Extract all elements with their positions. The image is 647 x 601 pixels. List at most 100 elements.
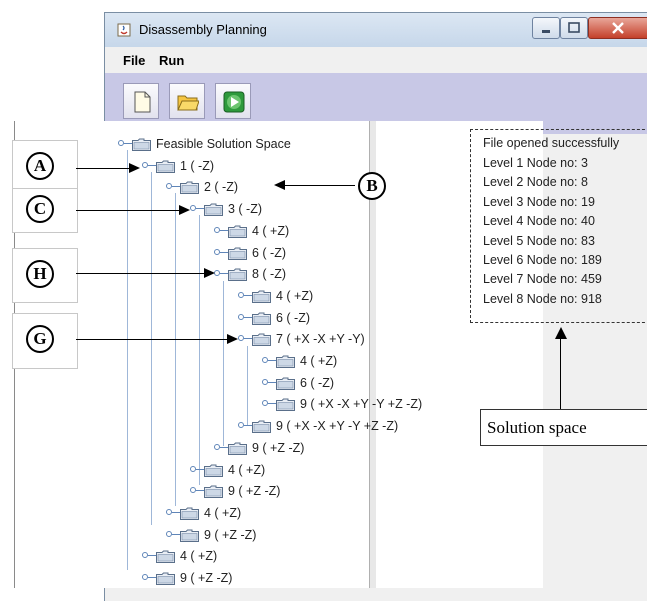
tree-guide-line bbox=[199, 215, 200, 485]
tree-node-label: 4 ( +Z) bbox=[300, 354, 338, 368]
tree-node[interactable]: 1 ( -Z) bbox=[142, 158, 402, 176]
folder-icon bbox=[276, 355, 295, 368]
tree-node[interactable]: 6 ( -Z) bbox=[262, 375, 522, 393]
tree-node-label: 6 ( -Z) bbox=[252, 245, 287, 260]
tree-node-label: 9 ( +Z -Z) bbox=[180, 571, 233, 585]
close-button[interactable] bbox=[588, 17, 647, 39]
callout-g: G bbox=[26, 325, 54, 353]
tree-node-label: 7 ( +X -X +Y -Y) bbox=[276, 332, 365, 347]
callout-c-arrowhead bbox=[179, 205, 190, 215]
folder-icon bbox=[252, 420, 271, 434]
connector bbox=[268, 403, 276, 405]
tree-node-label: 9 ( +X -X +Y -Y +Z -Z) bbox=[300, 397, 423, 412]
tree-node[interactable]: 9 ( +Z -Z) bbox=[190, 483, 450, 501]
open-folder-button[interactable] bbox=[169, 83, 205, 119]
new-file-button[interactable] bbox=[123, 83, 159, 119]
menu-run[interactable]: Run bbox=[159, 53, 184, 68]
callout-b-arrowhead bbox=[274, 180, 285, 190]
tree-node[interactable]: 4 ( +Z) bbox=[238, 288, 498, 306]
tree-node-label: 9 ( +Z -Z) bbox=[252, 440, 305, 455]
close-icon bbox=[612, 22, 624, 34]
tree-node[interactable]: 9 ( +Z -Z) bbox=[166, 527, 426, 545]
tree-node[interactable]: 4 ( +Z) bbox=[190, 462, 450, 480]
run-icon bbox=[223, 91, 245, 113]
connector bbox=[244, 316, 252, 318]
tree-guide-line bbox=[175, 193, 176, 506]
solution-space-label: Solution space bbox=[487, 418, 587, 437]
tree-node[interactable]: 3 ( -Z) bbox=[190, 201, 450, 219]
tree-node[interactable]: 7 ( +X -X +Y -Y) bbox=[238, 331, 498, 349]
tree-node-label: 8 ( -Z) bbox=[252, 267, 287, 282]
tree-guide-line bbox=[127, 150, 128, 570]
callout-h-arrow bbox=[76, 273, 206, 274]
tree-node[interactable]: 4 ( +Z) bbox=[142, 548, 402, 566]
tree-node[interactable]: 6 ( -Z) bbox=[238, 310, 498, 328]
tree-node-label: 4 ( +Z) bbox=[180, 549, 218, 564]
connector bbox=[172, 186, 180, 188]
solution-space-label-box: Solution space bbox=[480, 409, 647, 446]
maximize-button[interactable] bbox=[560, 17, 588, 39]
folder-icon bbox=[180, 181, 199, 195]
folder-icon bbox=[204, 485, 223, 499]
tree-root[interactable]: Feasible Solution Space bbox=[118, 136, 378, 154]
folder-icon bbox=[252, 290, 271, 303]
tree-node[interactable]: 4 ( +Z) bbox=[262, 353, 522, 371]
tree-node-label: 4 ( +Z) bbox=[228, 462, 266, 477]
tree-node-label: 1 ( -Z) bbox=[180, 158, 215, 173]
connector bbox=[220, 446, 228, 448]
connector bbox=[196, 208, 204, 210]
tree-node[interactable]: 6 ( -Z) bbox=[214, 245, 474, 263]
folder-icon bbox=[252, 312, 271, 325]
tree-node-label: Feasible Solution Space bbox=[156, 137, 291, 151]
callout-h: H bbox=[26, 260, 54, 288]
tree-node-label: 6 ( -Z) bbox=[300, 375, 335, 390]
folder-icon bbox=[228, 268, 247, 282]
callout-h-arrowhead bbox=[204, 268, 215, 278]
maximize-icon bbox=[568, 22, 580, 33]
tree-node[interactable]: 9 ( +X -X +Y -Y +Z -Z) bbox=[238, 418, 498, 436]
new-file-icon bbox=[134, 91, 151, 113]
window-title: Disassembly Planning bbox=[139, 22, 267, 37]
connector bbox=[196, 490, 204, 492]
connector bbox=[244, 294, 252, 296]
menu-file[interactable]: File bbox=[123, 53, 145, 68]
tree-node-label: 2 ( -Z) bbox=[204, 180, 239, 195]
tree-node-label: 4 ( +Z) bbox=[252, 223, 290, 238]
tree-node[interactable]: 8 ( -Z) bbox=[214, 266, 474, 284]
connector bbox=[124, 143, 132, 144]
callout-g-arrow bbox=[76, 339, 229, 340]
folder-icon bbox=[228, 225, 247, 238]
connector bbox=[244, 425, 252, 427]
folder-icon bbox=[156, 550, 175, 564]
callout-c-arrow bbox=[76, 210, 181, 211]
arrow-head-up bbox=[555, 327, 567, 339]
tree-node[interactable]: 4 ( +Z) bbox=[214, 223, 474, 241]
connector bbox=[196, 468, 204, 470]
folder-icon bbox=[180, 529, 199, 542]
tree-node-label: 9 ( +Z -Z) bbox=[204, 527, 257, 542]
folder-icon bbox=[156, 572, 175, 585]
tree-guide-line bbox=[151, 172, 152, 525]
connector bbox=[220, 251, 228, 253]
folder-icon bbox=[276, 398, 295, 412]
minimize-icon bbox=[542, 30, 550, 33]
run-button[interactable] bbox=[215, 83, 251, 119]
folder-icon bbox=[228, 247, 247, 260]
tree-node-label: 3 ( -Z) bbox=[228, 202, 263, 217]
folder-icon bbox=[276, 377, 295, 390]
tree-guide-line bbox=[223, 281, 224, 446]
title-bar: Disassembly Planning bbox=[105, 13, 647, 47]
connector bbox=[148, 164, 156, 166]
callout-c: C bbox=[26, 195, 54, 223]
callout-a: A bbox=[26, 152, 54, 180]
tree-node[interactable]: 9 ( +Z -Z) bbox=[214, 440, 474, 458]
tree-node-label: 9 ( +Z -Z) bbox=[228, 484, 281, 499]
tree-node[interactable]: 9 ( +Z -Z) bbox=[142, 570, 402, 588]
minimize-button[interactable] bbox=[532, 17, 560, 39]
open-folder-icon bbox=[177, 95, 199, 111]
callout-a-arrow bbox=[76, 168, 131, 169]
folder-icon bbox=[204, 464, 223, 477]
tree-node[interactable]: 2 ( -Z) bbox=[166, 179, 426, 197]
tree-guide-line bbox=[247, 346, 248, 426]
tree-node[interactable]: 4 ( +Z) bbox=[166, 505, 426, 523]
